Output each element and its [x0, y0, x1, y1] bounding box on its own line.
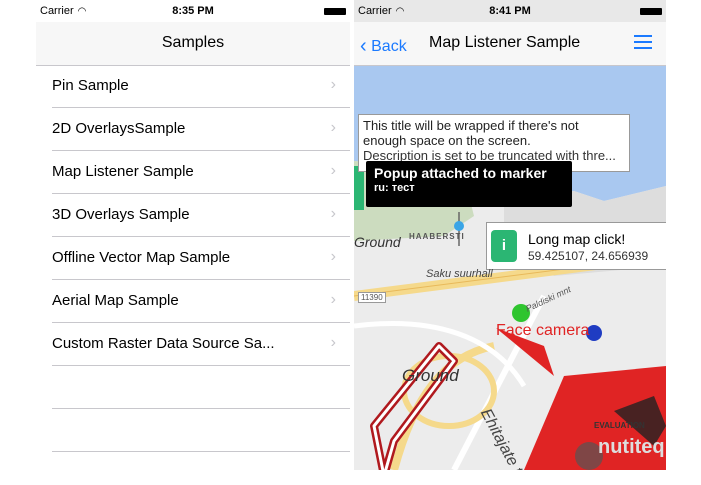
- popup-title: This title will be wrapped if there's no…: [363, 118, 579, 148]
- status-bar: Carrier ◠ 8:35 PM: [36, 0, 350, 22]
- marker-pin: [454, 221, 464, 231]
- info-icon[interactable]: i: [491, 230, 517, 262]
- nav-bar: Samples: [36, 22, 350, 66]
- samples-list: Pin Sample › 2D OverlaysSample › Map Lis…: [36, 65, 350, 452]
- list-item[interactable]: Custom Raster Data Source Sa... ›: [52, 323, 350, 366]
- battery-icon: [324, 8, 346, 15]
- map-label-face-camera: Face camera: [496, 322, 590, 339]
- list-item-label: Aerial Map Sample: [52, 292, 179, 309]
- back-label: Back: [371, 38, 407, 55]
- chevron-right-icon: ›: [330, 248, 336, 265]
- list-item-label: 2D OverlaysSample: [52, 120, 186, 137]
- map-label-haabersti: HAABERSTI: [409, 232, 465, 241]
- list-item-label: Offline Vector Map Sample: [52, 249, 231, 266]
- list-item-label: Pin Sample: [52, 77, 129, 94]
- nav-bar: ‹ Back Map Listener Sample: [354, 22, 666, 66]
- list-item[interactable]: 2D OverlaysSample ›: [52, 108, 350, 151]
- page-title: Map Listener Sample: [429, 34, 581, 51]
- map-label-road-number: 11390: [358, 292, 386, 303]
- list-item[interactable]: Pin Sample ›: [52, 65, 350, 108]
- list-item-label: 3D Overlays Sample: [52, 206, 190, 223]
- list-item-label: Map Listener Sample: [52, 163, 194, 180]
- chevron-right-icon: ›: [330, 162, 336, 179]
- popup-description: ru: тест: [374, 182, 415, 194]
- long-click-popup[interactable]: i Long map click! 59.425107, 24.656939: [486, 222, 666, 270]
- map-label-ground: Ground: [402, 366, 459, 385]
- status-bar: Carrier ◠ 8:41 PM: [354, 0, 666, 22]
- map-view[interactable]: This title will be wrapped if there's no…: [354, 66, 666, 470]
- chevron-left-icon: ‹: [360, 35, 367, 57]
- empty-row: [52, 366, 350, 409]
- chevron-right-icon: ›: [330, 205, 336, 222]
- list-item-label: Custom Raster Data Source Sa...: [52, 335, 275, 352]
- samples-screen: Carrier ◠ 8:35 PM Samples Pin Sample › 2D…: [36, 0, 350, 470]
- popup-coordinates: 59.425107, 24.656939: [528, 249, 649, 263]
- list-item[interactable]: 3D Overlays Sample ›: [52, 194, 350, 237]
- status-time: 8:41 PM: [489, 5, 531, 17]
- watermark-evaluation: EVALUATION: [594, 421, 645, 430]
- chevron-right-icon: ›: [330, 291, 336, 308]
- popup-title: Long map click!: [528, 231, 626, 247]
- map-listener-screen: Carrier ◠ 8:41 PM ‹ Back Map Listener Sam…: [354, 0, 666, 470]
- marker-popup[interactable]: Popup attached to marker ru: тест: [366, 161, 572, 207]
- empty-row: [52, 409, 350, 452]
- page-title: Samples: [161, 34, 225, 51]
- chevron-right-icon: ›: [330, 119, 336, 136]
- popup-title: Popup attached to marker: [374, 165, 547, 181]
- list-item[interactable]: Aerial Map Sample ›: [52, 280, 350, 323]
- chevron-right-icon: ›: [330, 334, 336, 351]
- back-button[interactable]: ‹ Back: [360, 34, 407, 57]
- map-label-ground: Ground: [354, 234, 401, 250]
- battery-icon: [640, 8, 662, 15]
- watermark-logo: nutiteq: [598, 436, 665, 458]
- list-item[interactable]: Map Listener Sample ›: [52, 151, 350, 194]
- chevron-right-icon: ›: [330, 76, 336, 93]
- list-item[interactable]: Offline Vector Map Sample ›: [52, 237, 350, 280]
- menu-icon[interactable]: [634, 35, 652, 49]
- map-label-saku: Saku suurhall: [426, 268, 493, 280]
- status-time: 8:35 PM: [172, 5, 214, 17]
